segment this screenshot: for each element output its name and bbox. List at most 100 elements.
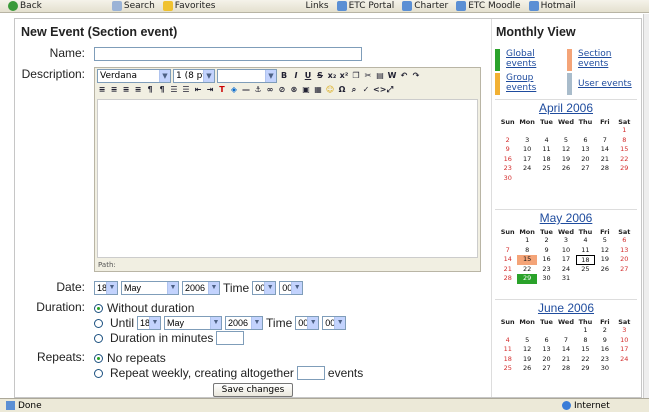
name-input[interactable] — [94, 47, 362, 61]
until-day-select[interactable]: 18 ▼ — [137, 316, 162, 330]
subscript-icon[interactable]: x₂ — [327, 71, 337, 81]
legend-group-events[interactable]: Group events — [495, 73, 561, 95]
italic-icon[interactable]: I — [291, 71, 301, 81]
weekday-header: Thu — [578, 228, 593, 236]
unlink-icon[interactable]: ⊘ — [277, 85, 287, 95]
html-source-icon[interactable]: <> — [373, 85, 386, 95]
date-day-select[interactable]: 18 ▼ — [94, 281, 118, 295]
align-right-icon[interactable]: ≡ — [121, 85, 131, 95]
legend-global-events[interactable]: Global events — [495, 49, 561, 71]
editor-toolbar-row-1: Verdana ▼ 1 (8 pt) ▼ ▼ B I U S x₂ x² ❐ ✂ ▤… — [95, 69, 480, 83]
strikethrough-icon[interactable]: S — [315, 71, 325, 81]
ltr-icon[interactable]: ¶ — [145, 85, 155, 95]
date-minute-select[interactable]: 00 ▼ — [279, 281, 304, 295]
calendar-day: 27 — [581, 164, 590, 172]
calendar-day: 11 — [503, 345, 512, 353]
weekday-header: Wed — [557, 318, 574, 326]
link-charter[interactable]: Charter — [402, 1, 448, 11]
calendar-day[interactable]: 29 — [517, 274, 537, 284]
date-hour-select[interactable]: 00 ▼ — [252, 281, 277, 295]
radio-repeat-weekly[interactable] — [94, 368, 103, 378]
underline-icon[interactable]: U — [303, 71, 313, 81]
special-char-icon[interactable]: Ω — [337, 85, 347, 95]
weekday-header: Fri — [600, 118, 610, 126]
format-select[interactable]: ▼ — [217, 69, 277, 83]
link-etc-moodle[interactable]: ETC Moodle — [456, 1, 521, 11]
justify-icon[interactable]: ≡ — [133, 85, 143, 95]
spellcheck-icon[interactable]: ✓ — [361, 85, 371, 95]
search-button[interactable]: Search — [111, 1, 155, 11]
bold-icon[interactable]: B — [279, 71, 289, 81]
radio-duration-until[interactable] — [94, 318, 103, 328]
calendar-day: 16 — [600, 345, 609, 353]
rtl-icon[interactable]: ¶ — [157, 85, 167, 95]
back-button[interactable]: Back — [8, 1, 42, 11]
calendar-day: 29 — [581, 364, 590, 372]
link-icon[interactable]: ∞ — [265, 85, 275, 95]
calendar-day: 23 — [503, 164, 512, 172]
calendar-day[interactable]: 18 — [575, 255, 596, 265]
ordered-list-icon[interactable]: ☰ — [169, 85, 179, 95]
calendar-title-may[interactable]: May 2006 — [498, 211, 634, 225]
radio-duration-minutes[interactable] — [94, 333, 103, 343]
smiley-icon[interactable]: ☺ — [325, 85, 335, 95]
copy-icon[interactable]: ❐ — [351, 71, 361, 81]
search-replace-icon[interactable]: ⌕ — [349, 85, 359, 95]
image-icon[interactable]: ▣ — [301, 85, 311, 95]
indent-icon[interactable]: ⇥ — [205, 85, 215, 95]
chevron-down-icon: ▼ — [265, 70, 276, 82]
favorites-button[interactable]: Favorites — [162, 1, 215, 11]
unordered-list-icon[interactable]: ☰ — [181, 85, 191, 95]
fullscreen-icon[interactable]: ⤢ — [385, 85, 395, 95]
radio-repeat-none[interactable] — [94, 353, 103, 363]
monthly-view: Monthly View Global events Section event… — [491, 19, 639, 397]
repeat-none-option[interactable]: No repeats — [94, 351, 166, 365]
duration-none-option[interactable]: Without duration — [94, 301, 194, 315]
description-textarea[interactable] — [97, 99, 478, 258]
weekday-header: Sat — [618, 318, 631, 326]
link-etc-portal[interactable]: ETC Portal — [336, 1, 394, 11]
scrollbar[interactable] — [643, 14, 649, 398]
anchor-icon[interactable]: ⚓ — [253, 85, 263, 95]
table-icon[interactable]: ▦ — [313, 85, 323, 95]
font-select[interactable]: Verdana ▼ — [97, 69, 171, 83]
calendar-title-april[interactable]: April 2006 — [498, 101, 634, 115]
until-month-select[interactable]: May ▼ — [164, 316, 223, 330]
calendar-title-june[interactable]: June 2006 — [498, 301, 634, 315]
calendar-day: 20 — [620, 255, 629, 263]
calendar-grid-april: Sun Mon Tue Wed Thu Fri Sat 1 2 3 4 5 6 7 8 9 10 11 12 13 14… — [498, 118, 634, 183]
until-minute-select[interactable]: 00 ▼ — [322, 316, 347, 330]
legend-user-events[interactable]: User events — [567, 73, 633, 95]
legend-section-events[interactable]: Section events — [567, 49, 633, 71]
paste-icon[interactable]: ▤ — [375, 71, 385, 81]
duration-minutes-input[interactable] — [216, 331, 245, 345]
radio-duration-none[interactable] — [94, 303, 103, 313]
bg-color-icon[interactable]: ◈ — [229, 85, 239, 95]
date-month-select[interactable]: May ▼ — [121, 281, 179, 295]
until-year-select[interactable]: 2006 ▼ — [225, 316, 264, 330]
text-color-icon[interactable]: T — [217, 85, 227, 95]
save-changes-button[interactable]: Save changes — [213, 383, 293, 397]
link-hotmail[interactable]: Hotmail — [528, 1, 576, 11]
calendar-day: 2 — [544, 236, 549, 244]
calendar-day: 25 — [542, 164, 551, 172]
until-hour-select[interactable]: 00 ▼ — [295, 316, 320, 330]
outdent-icon[interactable]: ⇤ — [193, 85, 203, 95]
back-arrow-icon — [8, 1, 18, 11]
calendar-day: 30 — [503, 173, 512, 182]
calendar-day[interactable]: 15 — [517, 255, 537, 265]
align-left-icon[interactable]: ≡ — [97, 85, 107, 95]
date-year-select[interactable]: 2006 ▼ — [182, 281, 220, 295]
superscript-icon[interactable]: x² — [339, 71, 349, 81]
cut-icon[interactable]: ✂ — [363, 71, 373, 81]
redo-icon[interactable]: ↷ — [411, 71, 421, 81]
align-center-icon[interactable]: ≡ — [109, 85, 119, 95]
undo-icon[interactable]: ↶ — [399, 71, 409, 81]
repeat-count-input[interactable] — [296, 366, 325, 380]
nolink-icon[interactable]: ⊗ — [289, 85, 299, 95]
calendar-day: 10 — [561, 245, 571, 254]
weekday-header: Tue — [540, 228, 553, 236]
horizontal-rule-icon[interactable]: — — [241, 85, 251, 95]
clean-word-icon[interactable]: W — [387, 71, 397, 81]
size-select[interactable]: 1 (8 pt) ▼ — [173, 69, 215, 83]
